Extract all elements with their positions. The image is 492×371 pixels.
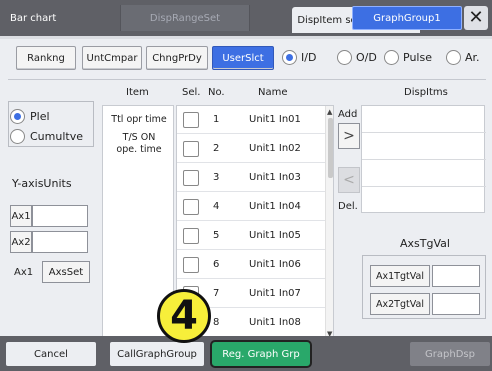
radio-id[interactable]: I/D bbox=[282, 50, 316, 65]
row-checkbox[interactable] bbox=[183, 199, 199, 215]
radio-id-label: I/D bbox=[301, 51, 317, 64]
item-total-operation-time[interactable]: Ttl opr time bbox=[103, 114, 175, 126]
row-number: 4 bbox=[213, 201, 220, 212]
radio-icon bbox=[337, 50, 352, 65]
ax2-unit-field[interactable] bbox=[32, 231, 88, 253]
row-number: 6 bbox=[213, 259, 220, 270]
list-scrollbar[interactable]: ▲ ▼ bbox=[325, 106, 333, 340]
row-number: 7 bbox=[213, 288, 220, 299]
main-panel: Rankng UntCmpar ChngPrDy UserSlct I/D O/… bbox=[0, 36, 492, 341]
row-checkbox[interactable] bbox=[183, 112, 199, 128]
call-graph-group-button[interactable]: CallGraphGroup bbox=[110, 342, 204, 366]
row-name: Unit1 In01 bbox=[249, 114, 301, 125]
graph-group-selector[interactable]: GraphGroup1 bbox=[352, 6, 462, 30]
divider bbox=[8, 79, 486, 80]
row-name: Unit1 In08 bbox=[249, 317, 301, 328]
cancel-button[interactable]: Cancel bbox=[6, 342, 96, 366]
axis-set-button[interactable]: AxsSet bbox=[42, 261, 90, 283]
radio-ar[interactable]: Ar. bbox=[446, 50, 480, 65]
row-number: 8 bbox=[213, 317, 220, 328]
y-axis-units-label: Y-axisUnits bbox=[12, 177, 72, 190]
tab-disp-range-set[interactable]: DispRangeSet bbox=[120, 5, 250, 31]
row-checkbox[interactable] bbox=[183, 141, 199, 157]
radio-selected-icon bbox=[282, 50, 297, 65]
divider bbox=[362, 186, 486, 187]
user-select-button[interactable]: UserSlct bbox=[212, 46, 274, 70]
ax2-target-value-field[interactable] bbox=[432, 293, 480, 315]
mode-button-row: Rankng UntCmpar ChngPrDy UserSlct I/D O/… bbox=[0, 44, 492, 72]
item-ts-on-line2[interactable]: ope. time bbox=[103, 144, 175, 156]
row-number: 2 bbox=[213, 143, 220, 154]
table-row[interactable]: 1 Unit1 In01 bbox=[177, 106, 325, 134]
delete-label: Del. bbox=[338, 201, 358, 212]
row-checkbox[interactable] bbox=[183, 228, 199, 244]
add-label: Add bbox=[338, 109, 358, 120]
radio-cumulative-label: Cumultve bbox=[30, 130, 83, 143]
item-ts-on-line1[interactable]: T/S ON bbox=[103, 132, 175, 144]
scroll-thumb[interactable] bbox=[328, 118, 333, 178]
table-row[interactable]: 5 Unit1 In05 bbox=[177, 222, 325, 250]
radio-icon bbox=[384, 50, 399, 65]
header-no: No. bbox=[208, 87, 225, 98]
radio-parallel-label: Plel bbox=[30, 110, 50, 123]
radio-parallel[interactable]: Plel bbox=[10, 109, 50, 124]
delete-button[interactable]: < bbox=[338, 167, 360, 193]
header-sel: Sel. bbox=[182, 87, 201, 98]
scroll-up-icon[interactable]: ▲ bbox=[327, 108, 332, 116]
table-row[interactable]: 2 Unit1 In02 bbox=[177, 135, 325, 163]
table-row[interactable]: 3 Unit1 In03 bbox=[177, 164, 325, 192]
chevron-left-icon: < bbox=[343, 172, 355, 188]
row-name: Unit1 In02 bbox=[249, 143, 301, 154]
ax2-button[interactable]: Ax2 bbox=[10, 231, 32, 253]
row-number: 3 bbox=[213, 172, 220, 183]
axis-set-label: Ax1 bbox=[14, 267, 34, 278]
row-name: Unit1 In06 bbox=[249, 259, 301, 270]
radio-ar-label: Ar. bbox=[465, 51, 480, 64]
row-number: 5 bbox=[213, 230, 220, 241]
graph-display-button[interactable]: GraphDsp bbox=[410, 342, 490, 366]
register-graph-group-button[interactable]: Reg. Graph Grp bbox=[210, 340, 312, 368]
bottom-action-bar: Cancel CallGraphGroup Reg. Graph Grp Gra… bbox=[0, 336, 492, 371]
header-item: Item bbox=[126, 87, 149, 98]
close-icon: ✕ bbox=[468, 7, 484, 28]
ax1-unit-field[interactable] bbox=[32, 205, 88, 227]
top-tab-bar: Bar chart DispRangeSet DispItem set Grap… bbox=[0, 0, 492, 36]
divider bbox=[362, 159, 486, 160]
row-name: Unit1 In07 bbox=[249, 288, 301, 299]
table-row[interactable]: 4 Unit1 In04 bbox=[177, 193, 325, 221]
divider bbox=[362, 132, 486, 133]
close-button[interactable]: ✕ bbox=[464, 6, 488, 30]
radio-od[interactable]: O/D bbox=[337, 50, 377, 65]
add-button[interactable]: > bbox=[338, 123, 360, 149]
radio-pulse[interactable]: Pulse bbox=[384, 50, 432, 65]
chevron-right-icon: > bbox=[343, 128, 355, 144]
radio-od-label: O/D bbox=[356, 51, 377, 64]
unit-compare-button[interactable]: UntCmpar bbox=[82, 46, 142, 70]
change-per-day-button[interactable]: ChngPrDy bbox=[146, 46, 208, 70]
ax2-target-value-button[interactable]: Ax2TgtVal bbox=[370, 293, 430, 315]
radio-pulse-label: Pulse bbox=[403, 51, 432, 64]
table-row[interactable]: 6 Unit1 In06 bbox=[177, 251, 325, 279]
row-name: Unit1 In03 bbox=[249, 172, 301, 183]
axis-target-value-title: AxsTgVal bbox=[400, 237, 450, 250]
row-name: Unit1 In04 bbox=[249, 201, 301, 212]
row-number: 1 bbox=[213, 114, 220, 125]
radio-selected-icon bbox=[10, 109, 25, 124]
ax1-target-value-field[interactable] bbox=[432, 265, 480, 287]
radio-cumulative[interactable]: Cumultve bbox=[10, 129, 83, 144]
row-checkbox[interactable] bbox=[183, 257, 199, 273]
row-name: Unit1 In05 bbox=[249, 230, 301, 241]
ax1-button[interactable]: Ax1 bbox=[10, 205, 32, 227]
header-disp-items: DispItms bbox=[404, 87, 448, 98]
ranking-button[interactable]: Rankng bbox=[16, 46, 76, 70]
radio-icon bbox=[446, 50, 461, 65]
display-items-list[interactable] bbox=[361, 105, 486, 213]
radio-icon bbox=[10, 129, 25, 144]
step-callout-badge: 4 bbox=[157, 289, 211, 343]
tab-bar-chart[interactable]: Bar chart bbox=[4, 5, 120, 31]
header-name: Name bbox=[258, 87, 288, 98]
row-checkbox[interactable] bbox=[183, 170, 199, 186]
ax1-target-value-button[interactable]: Ax1TgtVal bbox=[370, 265, 430, 287]
